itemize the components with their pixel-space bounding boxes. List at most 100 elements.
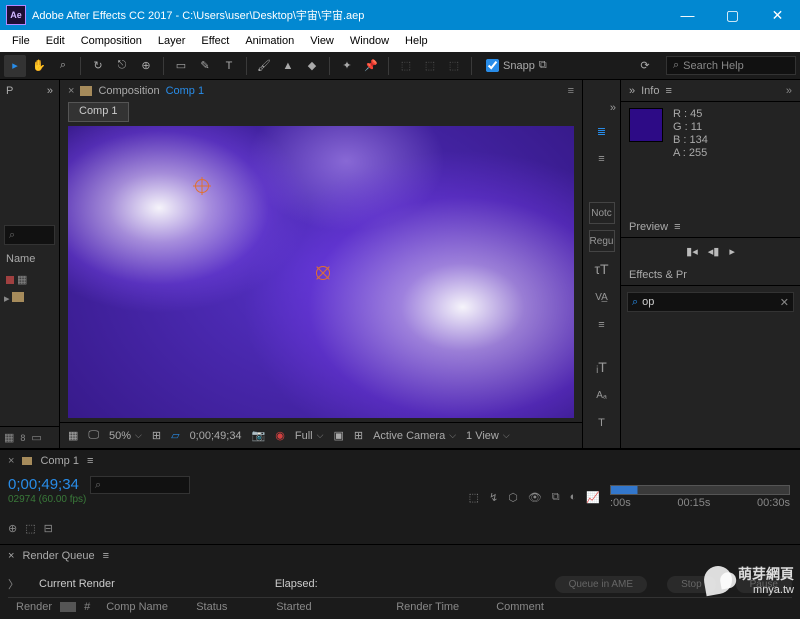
always-preview-icon[interactable]: ▦: [68, 429, 78, 442]
pan-behind-tool-icon[interactable]: ⊕: [135, 55, 157, 77]
queue-ame-button[interactable]: Queue in AME: [555, 576, 647, 593]
zoom-dropdown[interactable]: 50%: [109, 430, 142, 442]
font-regular-label[interactable]: Regu: [589, 230, 615, 252]
interpret-icon[interactable]: ▦: [4, 431, 14, 444]
project-name-column[interactable]: Name: [6, 253, 35, 265]
search-help-input[interactable]: ⌕ Search Help: [666, 56, 796, 75]
project-tab[interactable]: P: [6, 85, 13, 97]
puppet-tool-icon[interactable]: 📌: [360, 55, 382, 77]
rectangle-tool-icon[interactable]: ▭: [170, 55, 192, 77]
clone-tool-icon[interactable]: ▲: [277, 55, 299, 77]
panel-chevron-icon[interactable]: »: [786, 85, 792, 97]
panel-menu-icon[interactable]: ≡: [568, 85, 574, 97]
channel-icon[interactable]: ◉: [275, 429, 285, 442]
resolution-dropdown[interactable]: Full: [295, 430, 324, 442]
local-axis-icon[interactable]: ⬚: [395, 55, 417, 77]
camera-dropdown[interactable]: Active Camera: [373, 430, 456, 442]
panel-chevron-icon[interactable]: »: [47, 85, 53, 97]
resolution-icon[interactable]: ⊞: [152, 429, 161, 442]
pen-tool-icon[interactable]: ✎: [194, 55, 216, 77]
frame-blend-icon[interactable]: ⧉: [552, 491, 560, 504]
current-time[interactable]: 0;00;49;34: [190, 430, 242, 442]
tl-icon[interactable]: ⬚: [469, 491, 479, 504]
orbit-tool-icon[interactable]: ↻: [87, 55, 109, 77]
toggle-modes-icon[interactable]: ⬚: [25, 522, 35, 544]
menu-animation[interactable]: Animation: [237, 33, 302, 49]
new-folder-icon[interactable]: ▭: [31, 431, 41, 444]
snapping-checkbox[interactable]: [486, 59, 499, 72]
tl-icon[interactable]: ⬡: [508, 491, 518, 504]
roto-tool-icon[interactable]: ✦: [336, 55, 358, 77]
project-item-row[interactable]: ▸: [0, 290, 59, 307]
grid-icon[interactable]: ⊞: [354, 429, 363, 442]
view-layout-dropdown[interactable]: 1 View: [466, 430, 510, 442]
panel-menu-icon[interactable]: ≡: [674, 221, 680, 233]
vertical-scale-icon[interactable]: ᵢT: [589, 356, 615, 378]
clear-search-icon[interactable]: ✕: [780, 296, 789, 309]
font-size-icon[interactable]: τT: [589, 258, 615, 280]
font-notch-label[interactable]: Notc: [589, 202, 615, 224]
transparency-grid-icon[interactable]: ▱: [171, 429, 179, 442]
prev-frame-icon[interactable]: ◂▮: [708, 245, 720, 258]
panel-chevron-icon[interactable]: »: [610, 102, 616, 114]
shy-icon[interactable]: 👁: [528, 491, 542, 504]
brush-tool-icon[interactable]: 🖌: [253, 55, 275, 77]
tl-icon[interactable]: ↯: [489, 491, 498, 504]
menu-edit[interactable]: Edit: [38, 33, 73, 49]
comp-tab[interactable]: Comp 1: [68, 102, 129, 122]
col-comment[interactable]: Comment: [488, 601, 552, 613]
workspace-icon[interactable]: ⟳: [634, 55, 656, 77]
col-comp-name[interactable]: Comp Name: [98, 601, 188, 613]
panel-close-icon[interactable]: ×: [8, 455, 14, 467]
roi-icon[interactable]: ▣: [333, 429, 343, 442]
close-button[interactable]: ✕: [755, 0, 800, 30]
snapping-options-icon[interactable]: ⧉: [539, 59, 547, 72]
col-render[interactable]: Render: [8, 601, 60, 613]
expand-icon[interactable]: 〉: [8, 576, 19, 592]
info-panel-title[interactable]: Info: [641, 85, 659, 97]
timeline-timecode[interactable]: 0;00;49;34: [8, 476, 79, 493]
leading-icon[interactable]: ≡: [589, 314, 615, 336]
expand-icon[interactable]: ⊟: [44, 522, 53, 544]
motion-blur-icon[interactable]: ◐: [570, 491, 577, 503]
bpc-icon[interactable]: 8: [20, 433, 25, 443]
anchor-point-icon[interactable]: [195, 179, 209, 193]
hand-tool-icon[interactable]: ✋: [28, 55, 50, 77]
world-axis-icon[interactable]: ⬚: [419, 55, 441, 77]
snapshot-icon[interactable]: 📷: [252, 429, 266, 442]
faux-bold-icon[interactable]: T: [589, 412, 615, 434]
toggle-switches-icon[interactable]: ⊕: [8, 522, 17, 544]
menu-file[interactable]: File: [4, 33, 38, 49]
view-axis-icon[interactable]: ⬚: [443, 55, 465, 77]
col-status[interactable]: Status: [188, 601, 268, 613]
effects-search-input[interactable]: ⌕ op ✕: [627, 292, 794, 312]
zoom-tool-icon[interactable]: ⌕: [52, 55, 74, 77]
col-label[interactable]: [60, 602, 76, 612]
timeline-search-input[interactable]: ⌕: [90, 476, 190, 494]
project-item-row[interactable]: ▦: [0, 269, 59, 290]
maximize-button[interactable]: ▢: [710, 0, 755, 30]
composition-name[interactable]: Comp 1: [166, 85, 205, 97]
baseline-icon[interactable]: Aₐ: [589, 384, 615, 406]
col-started[interactable]: Started: [268, 601, 388, 613]
col-number[interactable]: #: [76, 601, 98, 613]
magnification-icon[interactable]: 🖵: [88, 429, 99, 442]
panel-menu-icon[interactable]: ≡: [665, 85, 671, 97]
camera-tool-icon[interactable]: ⎋: [111, 55, 133, 77]
menu-composition[interactable]: Composition: [73, 33, 150, 49]
menu-help[interactable]: Help: [397, 33, 436, 49]
project-search-input[interactable]: ⌕: [4, 225, 55, 245]
preview-panel-title[interactable]: Preview: [629, 221, 668, 233]
time-ruler[interactable]: :00s 00:15s 00:30s: [610, 485, 790, 509]
panel-chevron-icon[interactable]: »: [629, 85, 635, 97]
graph-editor-icon[interactable]: 📈: [586, 491, 600, 504]
col-render-time[interactable]: Render Time: [388, 601, 488, 613]
panel-close-icon[interactable]: ×: [8, 550, 14, 562]
menu-effect[interactable]: Effect: [193, 33, 237, 49]
panel-menu-icon[interactable]: ≡: [103, 550, 109, 562]
menu-window[interactable]: Window: [342, 33, 397, 49]
timeline-comp-name[interactable]: Comp 1: [40, 455, 79, 467]
selection-tool-icon[interactable]: ▸: [4, 55, 26, 77]
effects-panel-title[interactable]: Effects & Pr: [629, 269, 687, 281]
panel-menu-icon[interactable]: ≡: [87, 455, 93, 467]
